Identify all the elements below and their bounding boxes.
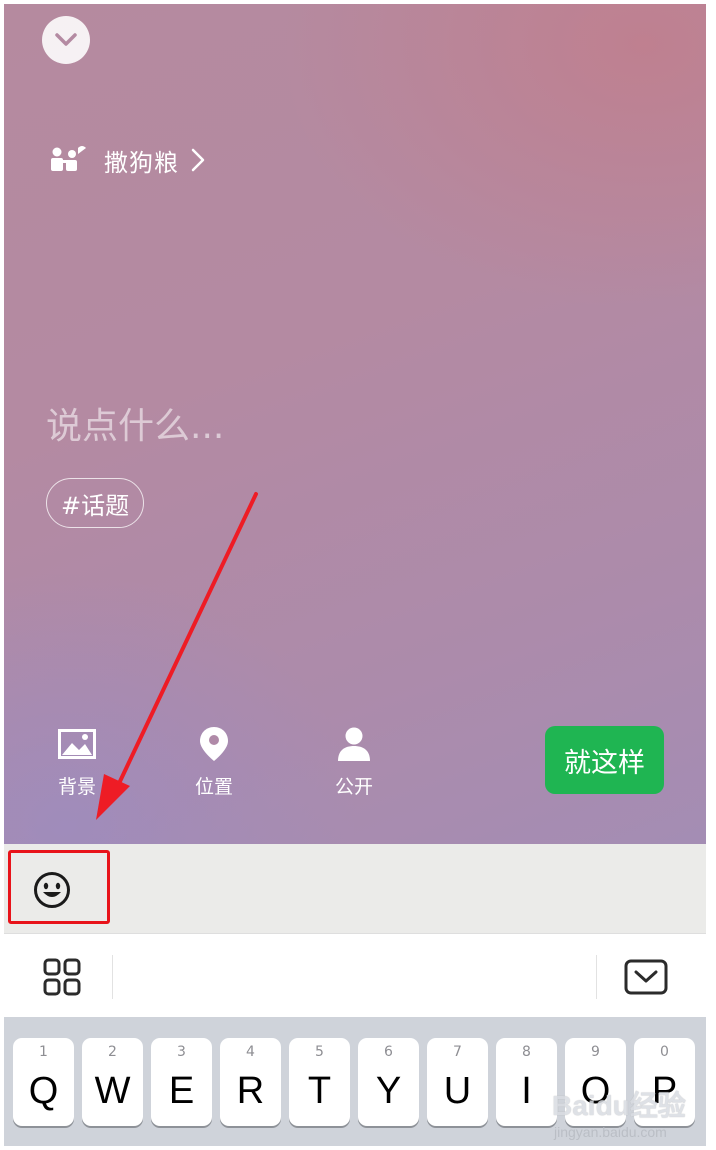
topic-selector[interactable]: 撒狗粮	[48, 140, 205, 180]
watermark-title: Baidu经验	[552, 1090, 686, 1121]
toolbar-divider	[112, 955, 113, 999]
key-t[interactable]: 5T	[289, 1038, 350, 1126]
collapse-button[interactable]	[42, 16, 90, 64]
watermark-subtitle: jingyan.baidu.com	[554, 1124, 667, 1140]
key-w[interactable]: 2W	[82, 1038, 143, 1126]
key-i[interactable]: 8I	[496, 1038, 557, 1126]
background-label: 背景	[57, 776, 96, 798]
image-icon	[58, 729, 96, 759]
phone-screen: 撒狗粮 #话题 背景 位置	[4, 4, 706, 1146]
location-label: 位置	[194, 776, 233, 798]
location-tool[interactable]: 位置	[174, 726, 254, 799]
chevron-right-icon	[191, 148, 205, 172]
key-y[interactable]: 6Y	[358, 1038, 419, 1126]
chevron-down-icon	[55, 33, 77, 46]
hashtag-button[interactable]: #话题	[46, 478, 145, 528]
key-e[interactable]: 3E	[151, 1038, 212, 1126]
keyboard-hide-icon[interactable]	[622, 955, 670, 999]
compose-area: 撒狗粮 #话题 背景 位置	[4, 4, 706, 844]
person-icon	[338, 727, 370, 761]
location-pin-icon	[200, 727, 228, 761]
keyboard-toolbar	[4, 935, 706, 1017]
background-tool[interactable]: 背景	[37, 726, 117, 799]
group-people-icon	[51, 146, 86, 171]
watermark: Baidu经验 jingyan.baidu.com	[552, 1084, 702, 1146]
toolbar-divider	[596, 955, 597, 999]
key-u[interactable]: 7U	[427, 1038, 488, 1126]
keyboard: 1Q 2W 3E 4R 5T 6Y 7U 8I 9O 0P Baidu经验 ji…	[4, 1017, 706, 1146]
post-button[interactable]: 就这样	[545, 726, 664, 794]
smiley-face-icon	[34, 872, 70, 908]
visibility-tool[interactable]: 公开	[314, 726, 394, 799]
emoji-bar	[4, 844, 706, 934]
key-q[interactable]: 1Q	[13, 1038, 74, 1126]
visibility-label: 公开	[334, 776, 373, 798]
key-r[interactable]: 4R	[220, 1038, 281, 1126]
grid-icon[interactable]	[40, 955, 84, 999]
topic-label: 撒狗粮	[104, 148, 179, 177]
emoji-button[interactable]	[28, 866, 76, 914]
say-something-input[interactable]	[46, 396, 666, 456]
